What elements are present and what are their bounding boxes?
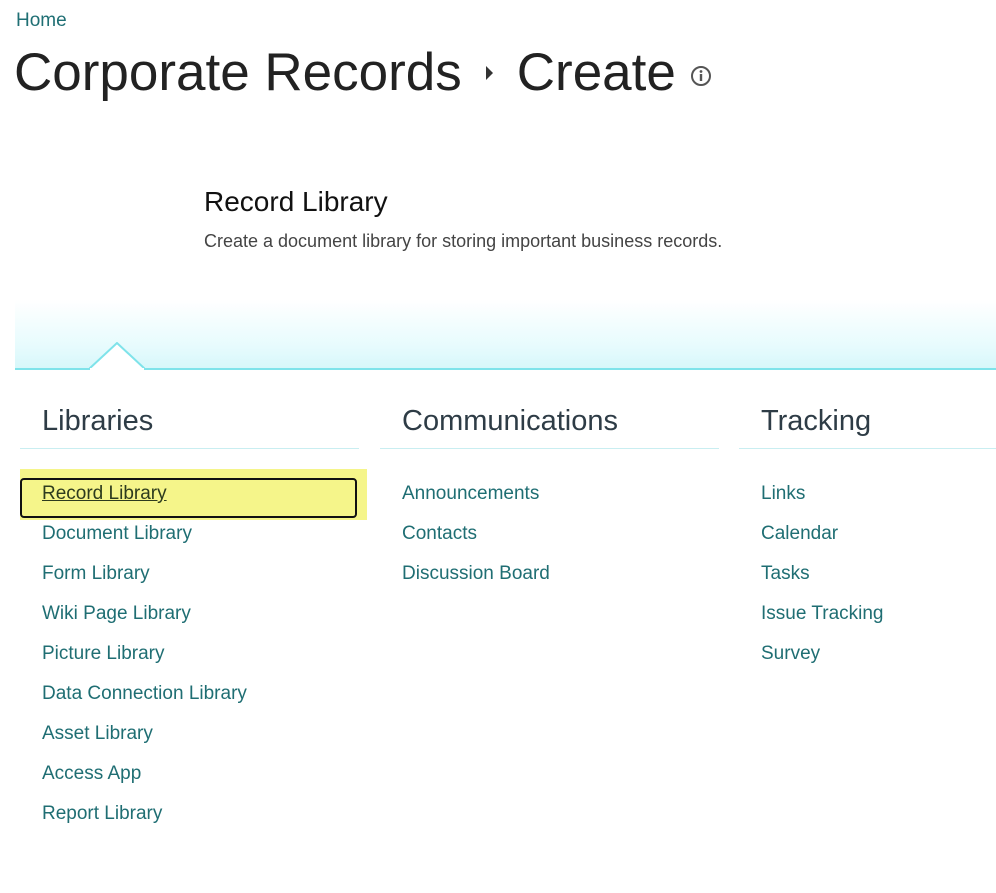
libraries-list: Record Library Document Library Form Lib… bbox=[20, 474, 359, 834]
preview-title: Record Library bbox=[204, 186, 388, 217]
create-page: Home Corporate Records Create Record Lib… bbox=[0, 0, 996, 893]
list-item-contacts[interactable]: Contacts bbox=[380, 514, 719, 554]
list-item-discussion-board[interactable]: Discussion Board bbox=[380, 554, 719, 594]
list-item-report-library[interactable]: Report Library bbox=[20, 794, 359, 834]
breadcrumb-home-link[interactable]: Home bbox=[16, 10, 67, 32]
list-item-survey[interactable]: Survey bbox=[739, 634, 996, 674]
list-item-document-library[interactable]: Document Library bbox=[20, 514, 359, 554]
page-title-text: Create bbox=[516, 43, 676, 102]
list-item-tasks[interactable]: Tasks bbox=[739, 554, 996, 594]
breadcrumb-arrow-icon bbox=[485, 65, 493, 80]
list-item-data-connection-library[interactable]: Data Connection Library bbox=[20, 674, 359, 714]
pointer-caret-icon bbox=[89, 342, 145, 370]
list-item-links[interactable]: Links bbox=[739, 474, 996, 514]
list-item-asset-library[interactable]: Asset Library bbox=[20, 714, 359, 754]
column-heading-communications: Communications bbox=[380, 405, 719, 449]
list-item-picture-library[interactable]: Picture Library bbox=[20, 634, 359, 674]
list-item-wiki-page-library[interactable]: Wiki Page Library bbox=[20, 594, 359, 634]
column-communications: Communications Announcements Contacts Di… bbox=[380, 405, 719, 594]
list-item-announcements[interactable]: Announcements bbox=[380, 474, 719, 514]
tracking-list: Links Calendar Tasks Issue Tracking Surv… bbox=[739, 474, 996, 674]
column-libraries: Libraries Record Library Document Librar… bbox=[20, 405, 359, 834]
preview-description: Create a document library for storing im… bbox=[204, 231, 723, 251]
info-icon[interactable] bbox=[690, 65, 712, 87]
column-heading-tracking: Tracking bbox=[739, 405, 996, 449]
list-item-calendar[interactable]: Calendar bbox=[739, 514, 996, 554]
list-item-issue-tracking[interactable]: Issue Tracking bbox=[739, 594, 996, 634]
list-item-form-library[interactable]: Form Library bbox=[20, 554, 359, 594]
list-item-record-library[interactable]: Record Library bbox=[20, 474, 359, 514]
column-tracking: Tracking Links Calendar Tasks Issue Trac… bbox=[739, 405, 996, 674]
column-heading-libraries: Libraries bbox=[20, 405, 359, 449]
communications-list: Announcements Contacts Discussion Board bbox=[380, 474, 719, 594]
preview-band bbox=[15, 300, 996, 370]
list-item-access-app[interactable]: Access App bbox=[20, 754, 359, 794]
site-title[interactable]: Corporate Records bbox=[14, 42, 462, 103]
page-title: Corporate Records Create bbox=[14, 42, 712, 103]
